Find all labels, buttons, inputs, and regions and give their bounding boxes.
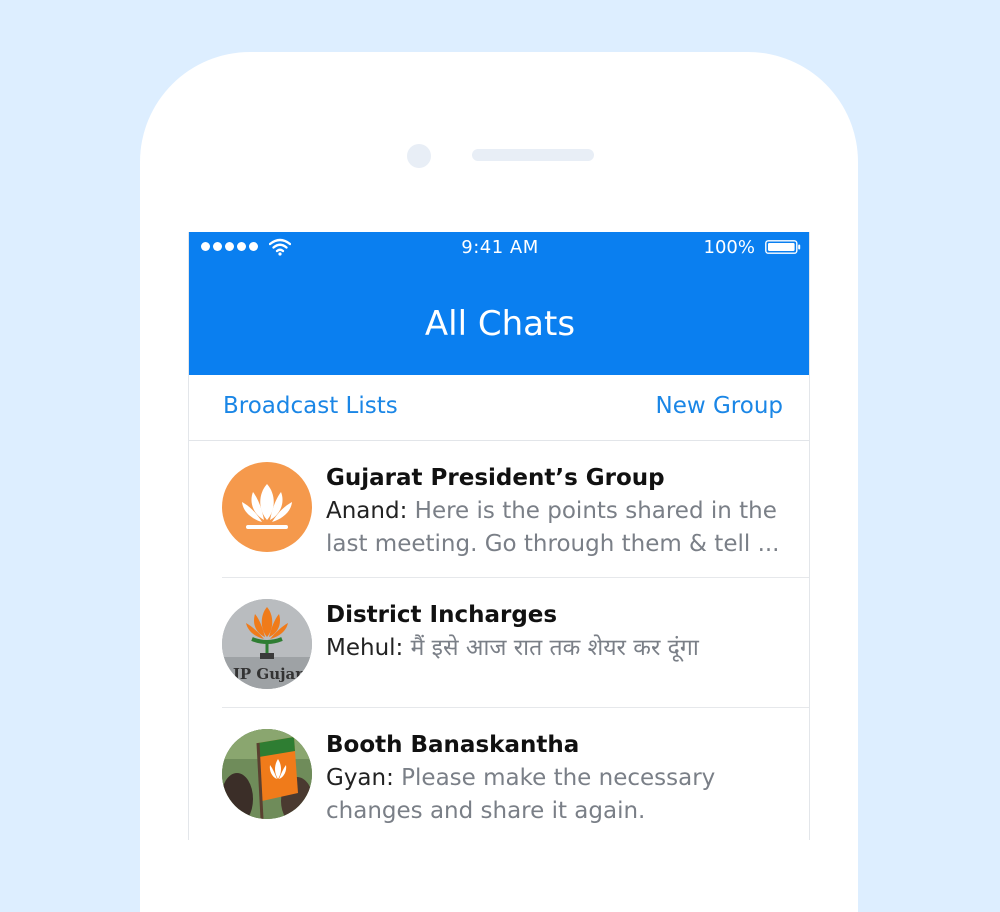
chat-sender: Anand:: [326, 498, 408, 524]
app-header: 9:41 AM 100% All Chats: [189, 232, 809, 375]
avatar-sign-text: JP Gujar: [231, 665, 304, 683]
chat-sender: Gyan:: [326, 765, 394, 791]
chat-text: Booth Banaskantha Gyan: Please make the …: [326, 728, 786, 828]
status-bar: 9:41 AM 100%: [189, 232, 809, 264]
avatar: JP Gujar: [222, 599, 312, 689]
avatar: [222, 462, 312, 552]
camera-icon: [407, 144, 431, 168]
battery-icon: [765, 240, 801, 254]
chat-message: मैं इसे आज रात तक शेयर कर दूंगा: [410, 635, 699, 661]
speaker-grille: [472, 149, 594, 161]
chat-preview: Mehul: मैं इसे आज रात तक शेयर कर दूंगा: [326, 632, 786, 665]
chat-preview: Anand: Here is the points shared in the …: [326, 495, 786, 561]
avatar: [222, 729, 312, 819]
chat-sender: Mehul:: [326, 635, 404, 661]
new-group-link[interactable]: New Group: [656, 393, 784, 419]
chat-preview: Gyan: Please make the necessary changes …: [326, 762, 786, 828]
flag-photo-icon: [222, 729, 312, 819]
lotus-sign-icon: JP Gujar: [222, 599, 312, 689]
chat-text: District Incharges Mehul: मैं इसे आज रात…: [326, 598, 786, 665]
chat-item[interactable]: Booth Banaskantha Gyan: Please make the …: [189, 708, 809, 840]
chat-name: Gujarat President’s Group: [326, 465, 665, 491]
battery-percent: 100%: [703, 237, 755, 258]
chat-name: District Incharges: [326, 602, 558, 628]
chat-item[interactable]: Gujarat President’s Group Anand: Here is…: [189, 441, 809, 578]
chat-item[interactable]: JP Gujar District Incharges Mehul: मैं इ…: [189, 578, 809, 708]
chat-text: Gujarat President’s Group Anand: Here is…: [326, 461, 786, 561]
page-title: All Chats: [424, 304, 576, 344]
phone-screen: 9:41 AM 100% All Chats Broadcast Lists N…: [188, 232, 810, 840]
lotus-icon: [242, 484, 292, 529]
broadcast-lists-link[interactable]: Broadcast Lists: [223, 393, 398, 419]
chat-name: Booth Banaskantha: [326, 732, 580, 758]
action-bar: Broadcast Lists New Group: [189, 375, 809, 441]
chat-list: Gujarat President’s Group Anand: Here is…: [189, 441, 809, 840]
